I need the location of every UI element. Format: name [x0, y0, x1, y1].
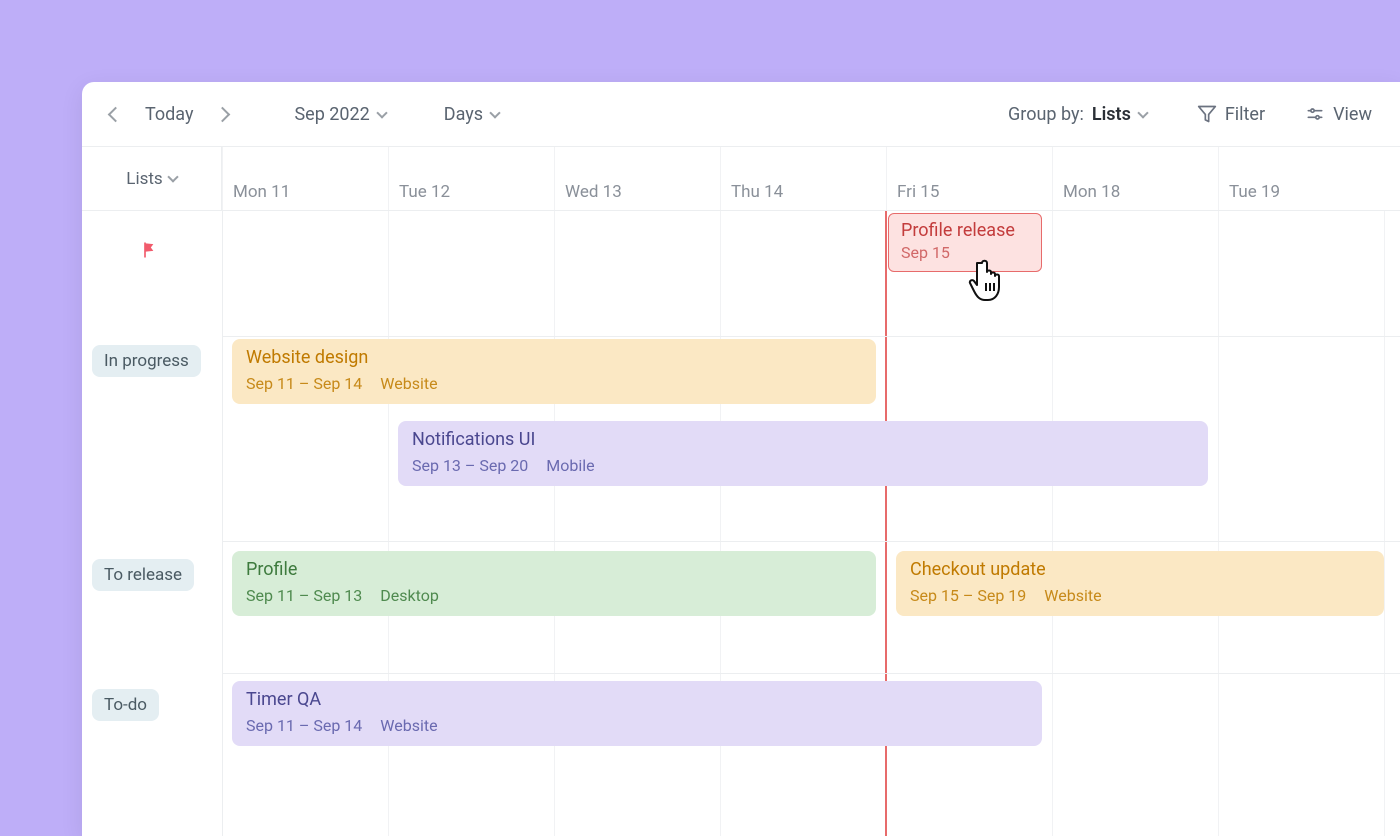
filter-label: Filter: [1225, 104, 1265, 125]
sidebar-divider: [222, 211, 223, 836]
chevron-down-icon: [489, 107, 500, 118]
group-label-to-release[interactable]: To release: [92, 559, 194, 591]
group-by-prefix: Group by:: [1008, 104, 1084, 125]
granularity-picker[interactable]: Days: [436, 98, 507, 131]
flag-icon: [140, 239, 160, 261]
task-date: Sep 15: [901, 243, 950, 263]
group-label-to-do[interactable]: To-do: [92, 689, 159, 721]
sidebar-header[interactable]: Lists: [82, 147, 222, 210]
task-title: Profile release: [901, 220, 1029, 243]
task-range: Sep 13 – Sep 20: [412, 456, 528, 476]
sidebar-header-label: Lists: [126, 169, 162, 189]
view-label: View: [1333, 104, 1372, 125]
chevron-down-icon: [376, 107, 387, 118]
day-head-tue12[interactable]: Tue 12: [388, 147, 554, 210]
filter-icon: [1197, 104, 1217, 124]
row-divider: [222, 336, 1400, 337]
task-tag: Website: [380, 716, 437, 736]
day-headers: Lists Mon 11 Tue 12 Wed 13 Thu 14 Fri 15…: [82, 147, 1400, 211]
task-tag: Mobile: [546, 456, 594, 476]
task-title: Notifications UI: [412, 429, 1194, 452]
day-head-mon11[interactable]: Mon 11: [222, 147, 388, 210]
task-title: Checkout update: [910, 559, 1370, 582]
grid-vline: [1384, 211, 1385, 836]
chevron-down-icon: [167, 171, 178, 182]
task-profile-release[interactable]: Profile release Sep 15: [888, 213, 1042, 272]
calendar-window: Today Sep 2022 Days Group by: Lists Filt…: [82, 82, 1400, 836]
calendar-grid: Lists Mon 11 Tue 12 Wed 13 Thu 14 Fri 15…: [82, 147, 1400, 836]
group-by-picker[interactable]: Group by: Lists: [1000, 98, 1155, 131]
group-label-in-progress[interactable]: In progress: [92, 345, 201, 377]
month-label: Sep 2022: [294, 104, 369, 125]
prev-button[interactable]: [102, 103, 129, 126]
task-range: Sep 11 – Sep 14: [246, 374, 362, 394]
view-button[interactable]: View: [1297, 98, 1380, 131]
day-head-mon18[interactable]: Mon 18: [1052, 147, 1218, 210]
month-picker[interactable]: Sep 2022: [286, 98, 393, 131]
task-website-design[interactable]: Website design Sep 11 – Sep 14 Website: [232, 339, 876, 404]
chevron-right-icon: [215, 106, 231, 122]
task-checkout-update[interactable]: Checkout update Sep 15 – Sep 19 Website: [896, 551, 1384, 616]
grid-body: Profile release Sep 15 In progress Websi…: [82, 211, 1400, 836]
granularity-label: Days: [444, 104, 483, 125]
task-title: Timer QA: [246, 689, 1028, 712]
chevron-down-icon: [1137, 107, 1148, 118]
row-divider: [222, 673, 1400, 674]
day-head-tue19[interactable]: Tue 19: [1218, 147, 1384, 210]
today-label: Today: [145, 104, 193, 125]
today-button[interactable]: Today: [137, 98, 201, 131]
task-range: Sep 11 – Sep 14: [246, 716, 362, 736]
task-tag: Desktop: [380, 586, 439, 606]
task-title: Profile: [246, 559, 862, 582]
task-range: Sep 11 – Sep 13: [246, 586, 362, 606]
task-profile[interactable]: Profile Sep 11 – Sep 13 Desktop: [232, 551, 876, 616]
task-tag: Website: [1044, 586, 1101, 606]
grid-vline: [1052, 211, 1053, 836]
day-head-thu14[interactable]: Thu 14: [720, 147, 886, 210]
task-timer-qa[interactable]: Timer QA Sep 11 – Sep 14 Website: [232, 681, 1042, 746]
task-range: Sep 15 – Sep 19: [910, 586, 1026, 606]
next-button[interactable]: [209, 103, 236, 126]
day-head-wed13[interactable]: Wed 13: [554, 147, 720, 210]
task-tag: Website: [380, 374, 437, 394]
task-notifications-ui[interactable]: Notifications UI Sep 13 – Sep 20 Mobile: [398, 421, 1208, 486]
sliders-icon: [1305, 104, 1325, 124]
filter-button[interactable]: Filter: [1189, 98, 1273, 131]
toolbar: Today Sep 2022 Days Group by: Lists Filt…: [82, 82, 1400, 147]
grid-vline: [1218, 211, 1219, 836]
group-by-value: Lists: [1092, 104, 1131, 125]
chevron-left-icon: [108, 106, 124, 122]
day-head-fri15[interactable]: Fri 15: [886, 147, 1052, 210]
row-divider: [222, 541, 1400, 542]
task-title: Website design: [246, 347, 862, 370]
